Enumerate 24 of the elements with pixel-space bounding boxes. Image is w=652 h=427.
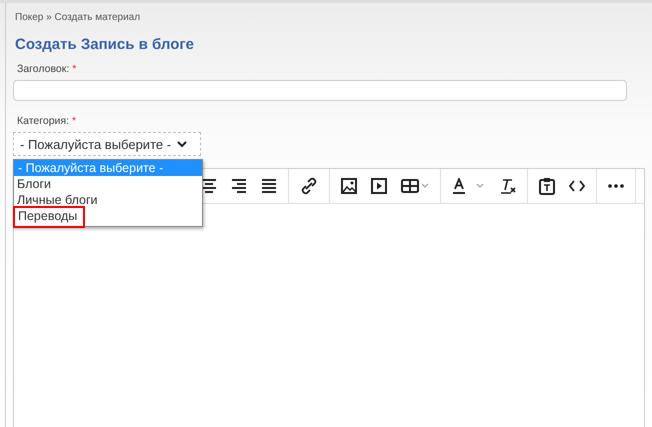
code-icon[interactable] bbox=[569, 180, 585, 192]
breadcrumb: Покер » Создать материал bbox=[15, 12, 142, 23]
align-center-icon[interactable] bbox=[201, 179, 217, 193]
align-right-icon[interactable] bbox=[231, 179, 247, 193]
category-select[interactable]: - Пожалуйста выберите - bbox=[13, 132, 201, 156]
title-field[interactable] bbox=[13, 80, 627, 101]
image-icon[interactable] bbox=[341, 178, 357, 194]
required-mark: * bbox=[72, 115, 76, 127]
dropdown-option[interactable]: Переводы bbox=[15, 208, 84, 226]
dropdown-option[interactable]: Личные блоги bbox=[14, 192, 101, 208]
required-mark: * bbox=[72, 63, 76, 75]
field-label: Заголовок: bbox=[17, 63, 70, 75]
chevron-icon bbox=[177, 140, 188, 148]
field-label: Категория: bbox=[17, 115, 70, 127]
table-icon[interactable] bbox=[401, 179, 429, 193]
text-color-icon[interactable] bbox=[452, 178, 486, 194]
play-icon[interactable] bbox=[371, 178, 387, 194]
link-icon[interactable] bbox=[300, 177, 318, 195]
justify-icon[interactable] bbox=[261, 179, 277, 193]
clipboard-icon[interactable] bbox=[539, 177, 555, 195]
more-icon[interactable] bbox=[608, 184, 624, 188]
clear-format-icon[interactable] bbox=[500, 178, 516, 194]
dropdown-option[interactable]: Блоги bbox=[14, 176, 54, 192]
page-heading: Создать Запись в блоге bbox=[15, 36, 195, 53]
